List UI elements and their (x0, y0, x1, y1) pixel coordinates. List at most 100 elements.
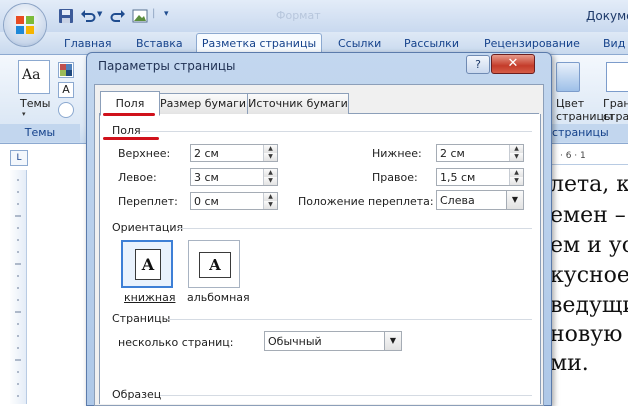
horizontal-ruler[interactable]: · 6 · 1 (552, 150, 628, 165)
left-margin-label: Левое: (118, 171, 157, 184)
document-text-line: новую (550, 322, 623, 347)
multiple-pages-value: Обычный (268, 335, 322, 348)
help-button[interactable]: ? (466, 55, 490, 74)
spin-up-icon[interactable]: ▲ (510, 169, 523, 177)
spin-up-icon[interactable]: ▲ (264, 145, 277, 153)
tab-view[interactable]: Вид (603, 34, 625, 54)
portrait-glyph: A (141, 255, 155, 274)
spinner-arrows-icon[interactable]: ▲ ▼ (263, 169, 277, 185)
landscape-label[interactable]: альбомная (187, 291, 250, 304)
page-borders-label-line2: стра (603, 110, 628, 123)
margins-section-title: Поля (112, 124, 141, 137)
multiple-pages-label: несколько страниц: (118, 336, 234, 349)
top-margin-value: 2 см (194, 147, 219, 160)
spinner-arrows-icon[interactable]: ▲ ▼ (509, 169, 523, 185)
multiple-pages-select[interactable]: Обычный ▼ (264, 331, 402, 351)
tab-stop-selector[interactable]: L (10, 150, 28, 166)
qat-separator: | (152, 8, 156, 19)
themes-glyph: Aa (22, 67, 41, 83)
undo-icon[interactable] (80, 8, 96, 24)
sample-section-title: Образец (112, 388, 162, 401)
gutter-position-value: Слева (440, 194, 475, 207)
tab-paper-size[interactable]: Размер бумаги (158, 93, 248, 114)
tab-home[interactable]: Главная (64, 34, 112, 54)
spin-down-icon[interactable]: ▼ (264, 153, 277, 161)
left-margin-value: 3 см (194, 171, 219, 184)
page-borders-label-line1: Гран (603, 97, 628, 110)
undo-dropdown-icon[interactable]: ▼ (97, 10, 102, 18)
faded-title-text: Формат (276, 9, 321, 22)
orientation-section-title: Ориентация (112, 221, 184, 234)
tab-review[interactable]: Рецензирование (484, 34, 580, 54)
office-logo-icon (16, 16, 34, 34)
page-borders-icon[interactable] (606, 62, 628, 92)
document-text-line: ведущи (550, 293, 628, 318)
themes-group-label: Темы (0, 124, 80, 142)
top-margin-label: Верхнее: (118, 147, 171, 160)
spin-down-icon[interactable]: ▼ (510, 177, 523, 185)
dropdown-arrow-icon[interactable]: ▼ (384, 332, 401, 350)
theme-fonts-icon[interactable]: A (58, 82, 74, 98)
bottom-margin-input[interactable]: 2 см ▲ ▼ (436, 144, 524, 162)
document-text-line: лета, к (550, 172, 628, 197)
portrait-page-icon: A (135, 249, 161, 280)
redo-icon[interactable] (110, 8, 126, 24)
bottom-margin-label: Нижнее: (372, 147, 422, 160)
spin-up-icon[interactable]: ▲ (264, 193, 277, 201)
section-divider (140, 131, 532, 132)
save-icon[interactable] (58, 8, 74, 24)
section-divider (160, 395, 532, 396)
spin-up-icon[interactable]: ▲ (264, 169, 277, 177)
landscape-option[interactable]: A (188, 240, 240, 288)
tab-insert[interactable]: Вставка (136, 34, 183, 54)
top-margin-input[interactable]: 2 см ▲ ▼ (190, 144, 278, 162)
horizontal-ruler-text: · 6 · 1 (560, 151, 586, 161)
gutter-position-label: Положение переплета: (298, 195, 434, 208)
tab-paper-source[interactable]: Источник бумаги (247, 93, 349, 114)
portrait-option[interactable]: A (121, 240, 173, 288)
spin-down-icon[interactable]: ▼ (264, 177, 277, 185)
gutter-label: Переплет: (118, 195, 178, 208)
vertical-ruler-ticks (15, 179, 21, 397)
spinner-arrows-icon[interactable]: ▲ ▼ (263, 193, 277, 209)
theme-effects-icon[interactable] (58, 102, 74, 118)
close-button[interactable]: ✕ (491, 54, 535, 74)
tab-references[interactable]: Ссылки (338, 34, 381, 54)
theme-fonts-glyph: A (62, 83, 70, 96)
page-background-group-label: страницы (548, 124, 628, 142)
close-icon: ✕ (507, 56, 519, 71)
tab-mailings[interactable]: Рассылки (404, 34, 459, 54)
dropdown-arrow-icon[interactable]: ▼ (506, 191, 523, 209)
themes-button-label[interactable]: Темы (20, 97, 50, 110)
page-color-icon[interactable] (556, 62, 580, 92)
dialog-title: Параметры страницы (98, 59, 236, 73)
theme-colors-icon[interactable] (58, 62, 74, 78)
portrait-label[interactable]: книжная (124, 291, 175, 304)
themes-icon[interactable]: Aa (18, 60, 50, 94)
document-text-line: ем и ус (550, 233, 628, 258)
spin-up-icon[interactable]: ▲ (510, 145, 523, 153)
themes-dropdown-icon[interactable]: ▾ (22, 110, 26, 118)
landscape-glyph: A (209, 256, 221, 274)
page-borders-label[interactable]: Гран стра (603, 97, 628, 123)
gutter-position-select[interactable]: Слева ▼ (436, 190, 524, 210)
spin-down-icon[interactable]: ▼ (264, 201, 277, 209)
document-text-line: ми. (550, 351, 589, 376)
document-text-line: кусное (550, 263, 628, 288)
spinner-arrows-icon[interactable]: ▲ ▼ (263, 145, 277, 161)
gutter-input[interactable]: 0 см ▲ ▼ (190, 192, 278, 210)
gutter-value: 0 см (194, 195, 219, 208)
left-margin-input[interactable]: 3 см ▲ ▼ (190, 168, 278, 186)
red-annotation-underline (103, 113, 155, 116)
customize-qat-icon[interactable]: ▾ (164, 9, 169, 19)
section-divider (178, 228, 532, 229)
right-margin-input[interactable]: 1,5 см ▲ ▼ (436, 168, 524, 186)
vertical-ruler[interactable] (10, 170, 27, 404)
spin-down-icon[interactable]: ▼ (510, 153, 523, 161)
spinner-arrows-icon[interactable]: ▲ ▼ (509, 145, 523, 161)
bottom-margin-value: 2 см (440, 147, 465, 160)
right-margin-value: 1,5 см (440, 171, 476, 184)
picture-icon[interactable] (132, 8, 148, 24)
landscape-page-icon: A (199, 252, 231, 278)
right-margin-label: Правое: (372, 171, 418, 184)
